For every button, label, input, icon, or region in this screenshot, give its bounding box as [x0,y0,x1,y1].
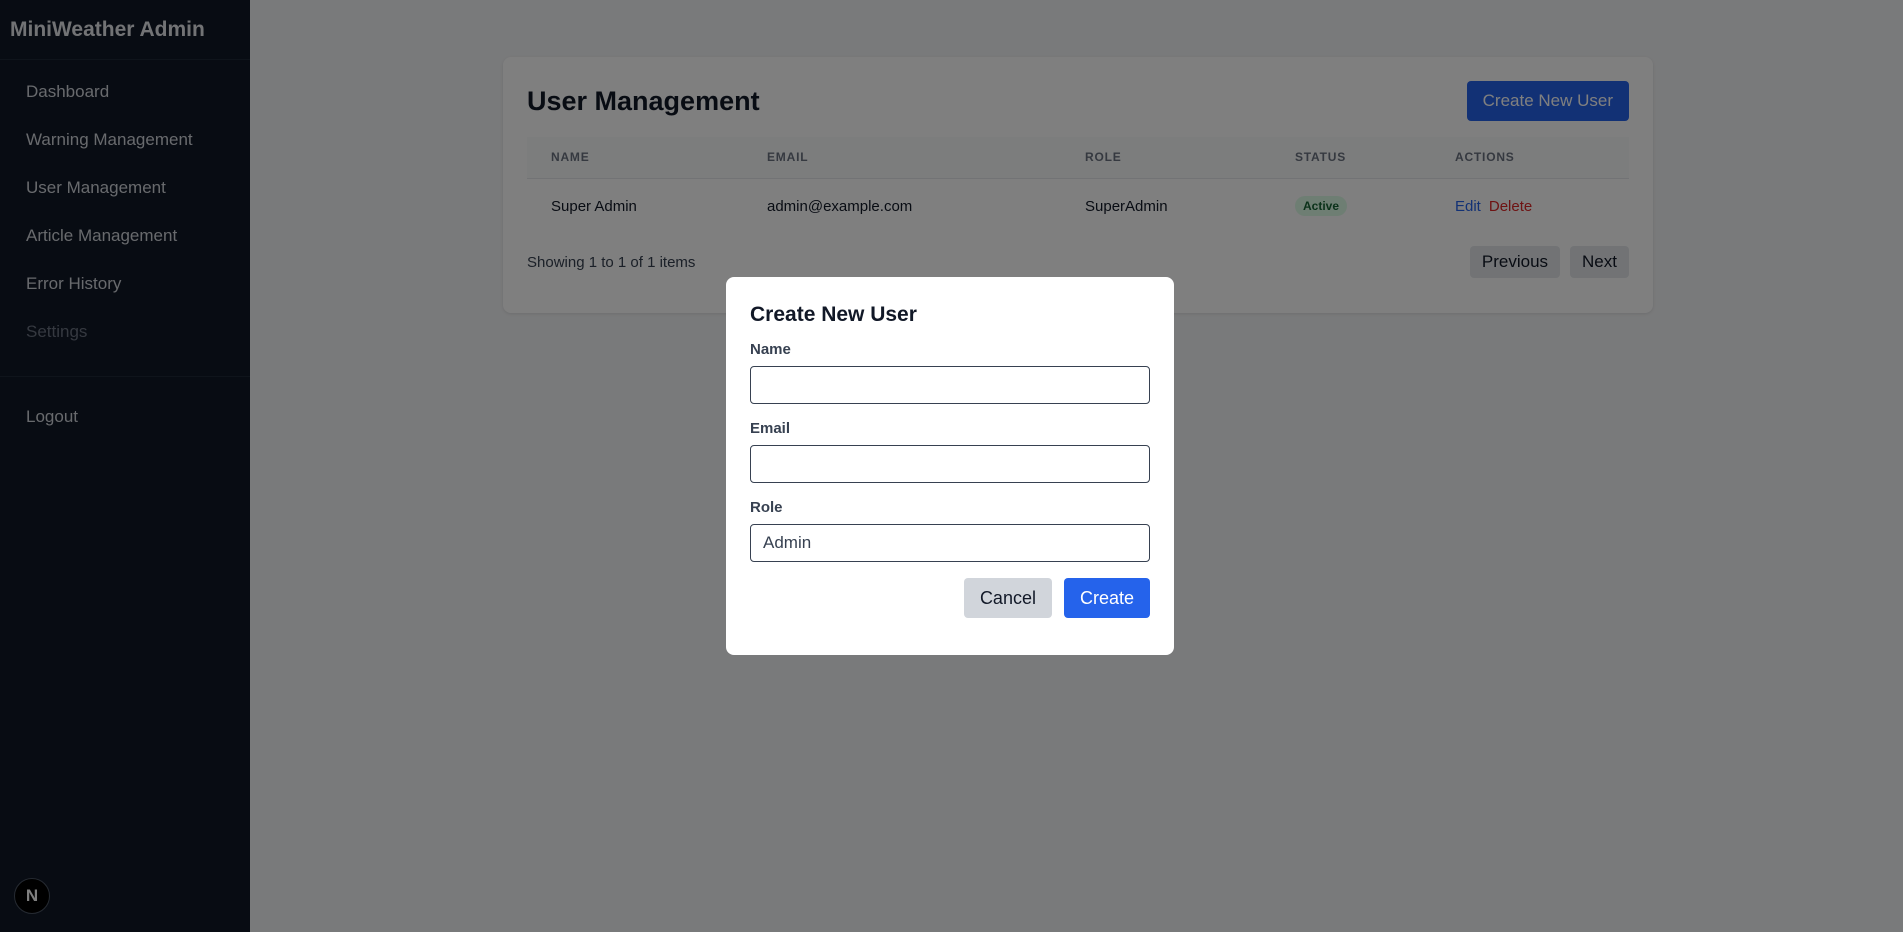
email-label: Email [750,420,791,437]
modal-title: Create New User [750,303,917,326]
create-button[interactable]: Create [1063,578,1150,618]
name-label: Name [750,341,791,358]
role-label: Role [750,499,783,516]
create-user-modal: Create New User Name Email Role Cancel C… [726,277,1174,655]
cancel-button[interactable]: Cancel [963,578,1052,618]
name-input[interactable] [750,366,1150,404]
email-input[interactable] [750,445,1150,483]
modal-actions: Cancel Create [750,578,1150,618]
role-input[interactable] [750,524,1150,562]
